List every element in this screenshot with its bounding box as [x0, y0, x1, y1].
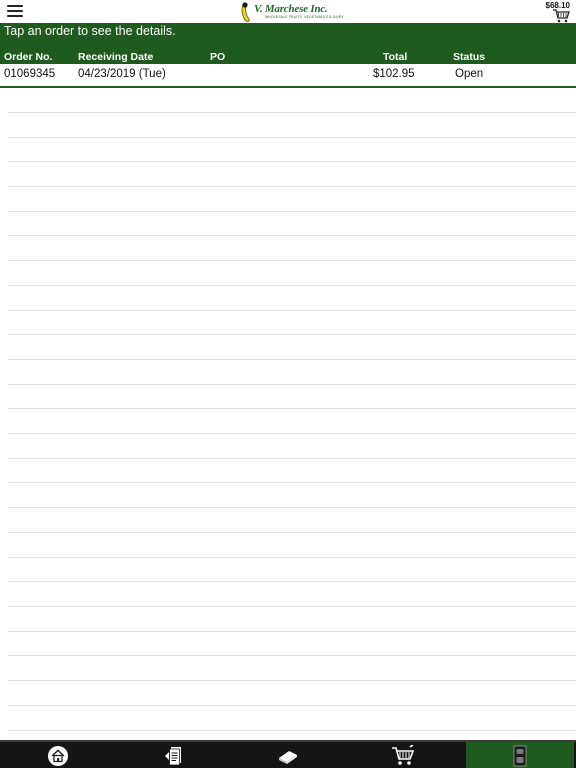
- column-header-receiving-date: Receiving Date: [78, 51, 154, 63]
- tab-bar: [0, 740, 576, 768]
- row-divider: [8, 408, 576, 409]
- row-divider: [8, 211, 576, 212]
- column-header-total: Total: [383, 51, 408, 63]
- receiving-date: 04/23/2019 (Tue): [78, 68, 166, 80]
- hamburger-menu-icon[interactable]: [7, 5, 23, 17]
- row-divider: [8, 507, 576, 508]
- tab-cart[interactable]: [349, 742, 457, 768]
- company-logo: V. Marchese Inc. WHOLESALE FRUITS, VEGET…: [238, 1, 344, 23]
- hint-bar: Tap an order to see the details.: [0, 23, 576, 49]
- row-divider: [8, 631, 576, 632]
- row-divider: [8, 705, 576, 706]
- row-divider: [8, 161, 576, 162]
- table-header: Order No. Receiving Date PO Total Status: [0, 49, 576, 64]
- row-divider: [8, 359, 576, 360]
- row-divider: [8, 655, 576, 656]
- row-divider: [8, 235, 576, 236]
- tab-catalog[interactable]: [234, 742, 342, 768]
- order-status: Open: [455, 68, 484, 80]
- column-header-po: PO: [210, 51, 226, 63]
- row-divider: [8, 260, 576, 261]
- row-divider: [8, 557, 576, 558]
- documents-icon: [165, 747, 181, 766]
- tab-orders[interactable]: [466, 742, 574, 768]
- table-row[interactable]: 01069345 04/23/2019 (Tue) $102.95 Open: [0, 64, 576, 88]
- cart-icon: [392, 745, 415, 765]
- row-divider: [8, 137, 576, 138]
- order-number: 01069345: [4, 68, 56, 80]
- row-divider: [8, 334, 576, 335]
- cart-icon[interactable]: [552, 9, 570, 23]
- column-header-status: Status: [453, 51, 486, 63]
- home-icon: [48, 746, 68, 766]
- row-divider: [8, 112, 576, 113]
- row-divider: [8, 532, 576, 533]
- row-divider: [8, 285, 576, 286]
- row-divider: [8, 433, 576, 434]
- row-divider: [8, 384, 576, 385]
- top-bar: V. Marchese Inc. WHOLESALE FRUITS, VEGET…: [0, 0, 576, 23]
- tab-home[interactable]: [4, 742, 112, 768]
- logo-text: V. Marchese Inc.: [254, 3, 328, 15]
- hint-text: Tap an order to see the details.: [4, 24, 176, 38]
- orders-icon: [513, 745, 527, 767]
- row-divider: [8, 186, 576, 187]
- row-divider: [8, 482, 576, 483]
- column-header-order-no: Order No.: [4, 51, 53, 63]
- row-divider: [8, 581, 576, 582]
- row-divider: [8, 680, 576, 681]
- logo-subtitle: WHOLESALE FRUITS, VEGETABLES & DAIRY: [265, 15, 344, 19]
- row-divider: [8, 458, 576, 459]
- row-divider: [8, 310, 576, 311]
- tab-order-guide[interactable]: [119, 742, 227, 768]
- row-divider: [8, 606, 576, 607]
- order-total: $102.95: [373, 68, 415, 80]
- row-divider: [8, 730, 576, 731]
- book-icon: [279, 751, 297, 764]
